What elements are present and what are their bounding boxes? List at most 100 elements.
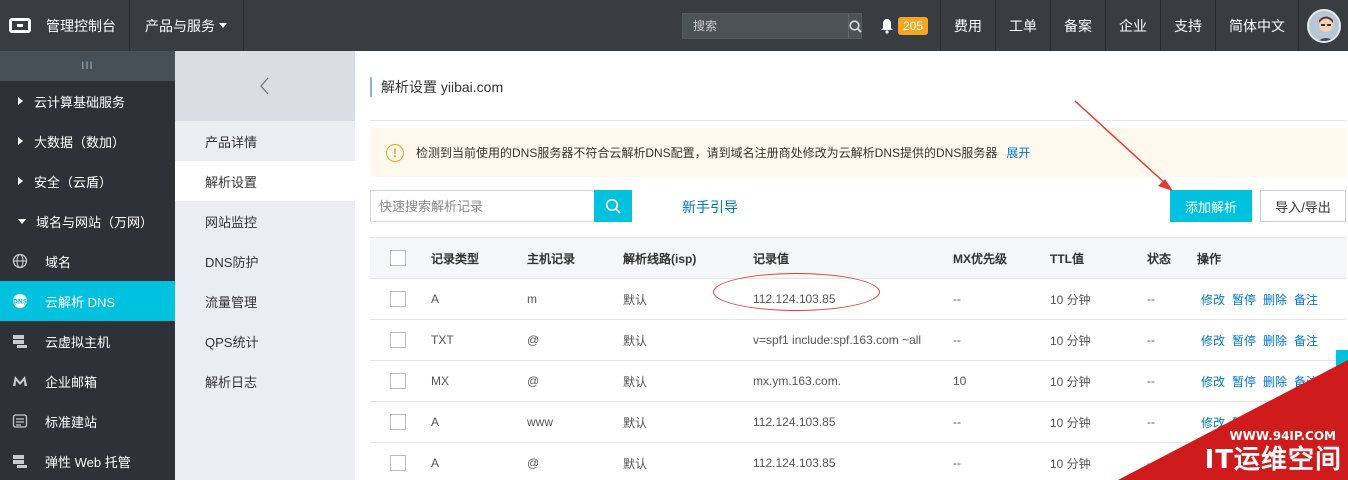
note-link[interactable]: 备注 xyxy=(1294,455,1318,472)
add-record-button[interactable]: 添加解析 xyxy=(1170,190,1252,222)
warning-icon: ! xyxy=(386,143,404,162)
search-icon[interactable] xyxy=(594,190,632,222)
row-checkbox[interactable] xyxy=(390,332,406,348)
cell-ops: 修改 暂停 删除 备注 xyxy=(1197,291,1346,308)
divider xyxy=(370,120,1346,121)
topbar-link-tickets[interactable]: 工单 xyxy=(995,0,1050,51)
topbar-link-icp[interactable]: 备案 xyxy=(1050,0,1105,51)
note-link[interactable]: 备注 xyxy=(1294,332,1318,349)
table-row: MX @ 默认 mx.ym.163.com. 10 10 分钟 -- 修改 暂停… xyxy=(370,360,1346,401)
cell-ttl: 10 分钟 xyxy=(1050,333,1091,348)
subnav-item-dns-logs[interactable]: 解析日志 xyxy=(175,361,355,401)
table-row: A www 默认 112.124.103.85 -- 10 分钟 -- 修改 暂… xyxy=(370,401,1346,442)
delete-link[interactable]: 删除 xyxy=(1263,373,1287,390)
record-search-input[interactable] xyxy=(371,191,594,221)
nav-group-security[interactable]: 安全（云盾） xyxy=(0,161,175,201)
table-row: A m 默认 112.124.103.85 -- 10 分钟 -- 修改 暂停 … xyxy=(370,278,1346,319)
note-link[interactable]: 备注 xyxy=(1294,373,1318,390)
topbar-link-billing[interactable]: 费用 xyxy=(940,0,995,51)
delete-link[interactable]: 删除 xyxy=(1263,291,1287,308)
edit-link[interactable]: 修改 xyxy=(1201,373,1225,390)
delete-link[interactable]: 删除 xyxy=(1263,332,1287,349)
notification-badge: 205 xyxy=(897,16,928,35)
subnav-back[interactable] xyxy=(175,51,355,121)
delete-link[interactable]: 删除 xyxy=(1263,414,1287,431)
note-link[interactable]: 备注 xyxy=(1294,291,1318,308)
topbar-link-enterprise[interactable]: 企业 xyxy=(1105,0,1160,51)
search-icon[interactable] xyxy=(847,14,862,38)
delete-link[interactable]: 删除 xyxy=(1263,455,1287,472)
nav-collapse-toggle[interactable]: III xyxy=(0,51,175,81)
note-link[interactable]: 备注 xyxy=(1294,414,1318,431)
edit-link[interactable]: 修改 xyxy=(1201,291,1225,308)
nav-group-label: 安全（云盾） xyxy=(34,174,113,190)
notifications[interactable]: 205 xyxy=(868,0,940,51)
product-subnav: 产品详情 解析设置 网站监控 DNS防护 流量管理 QPS统计 解析日志 xyxy=(175,51,355,480)
column-header: 记录值 xyxy=(753,251,790,266)
cell-ttl: 10 分钟 xyxy=(1050,292,1091,307)
logo-icon[interactable] xyxy=(0,0,40,51)
nav-group-big-data[interactable]: 大数据（数加） xyxy=(0,121,175,161)
nav-item-web-hosting[interactable]: 弹性 Web 托管 xyxy=(0,441,175,480)
cell-value: v=spf1 include:spf.163.com ~all xyxy=(753,333,922,347)
row-checkbox[interactable] xyxy=(390,414,406,430)
pause-link[interactable]: 暂停 xyxy=(1232,414,1256,431)
edit-link[interactable]: 修改 xyxy=(1201,455,1225,472)
column-header: MX优先级 xyxy=(953,251,1008,266)
global-search-input[interactable] xyxy=(682,14,848,38)
pause-link[interactable]: 暂停 xyxy=(1232,332,1256,349)
globe-icon xyxy=(12,253,28,269)
pause-link[interactable]: 暂停 xyxy=(1232,455,1256,472)
subnav-item-dns-protection[interactable]: DNS防护 xyxy=(175,241,355,281)
nav-item-label: 弹性 Web 托管 xyxy=(45,454,131,470)
select-all-checkbox[interactable] xyxy=(390,250,406,266)
nav-item-label: 域名 xyxy=(45,254,72,270)
edit-link[interactable]: 修改 xyxy=(1201,332,1225,349)
import-export-button[interactable]: 导入/导出 xyxy=(1260,190,1346,222)
caret-right-icon xyxy=(18,97,23,105)
cell-status: -- xyxy=(1147,374,1155,388)
nav-item-enterprise-mail[interactable]: 企业邮箱 xyxy=(0,361,175,401)
user-menu[interactable] xyxy=(1298,0,1348,51)
nav-item-cloud-dns[interactable]: DNS 云解析 DNS xyxy=(0,281,175,321)
column-header: 状态 xyxy=(1147,251,1172,266)
subnav-item-site-monitoring[interactable]: 网站监控 xyxy=(175,201,355,241)
row-checkbox[interactable] xyxy=(390,291,406,307)
subnav-item-traffic-management[interactable]: 流量管理 xyxy=(175,281,355,321)
row-checkbox[interactable] xyxy=(390,455,406,471)
cell-type: A xyxy=(431,415,440,429)
cell-ops: 修改 暂停 删除 备注 xyxy=(1197,373,1346,390)
cell-status: -- xyxy=(1147,292,1155,306)
pause-link[interactable]: 暂停 xyxy=(1232,291,1256,308)
feedback-tab[interactable] xyxy=(1336,350,1348,380)
pause-link[interactable]: 暂停 xyxy=(1232,373,1256,390)
svg-text:DNS: DNS xyxy=(13,299,27,306)
cell-line: 默认 xyxy=(623,292,648,307)
row-checkbox[interactable] xyxy=(390,373,406,389)
products-menu[interactable]: 产品与服务 xyxy=(129,0,244,51)
column-header: 操作 xyxy=(1197,251,1222,266)
subnav-item-dns-settings[interactable]: 解析设置 xyxy=(175,161,355,201)
cell-mx: -- xyxy=(953,456,961,470)
nav-group-domains-websites[interactable]: 域名与网站（万网） xyxy=(0,201,175,241)
table-row: A @ 默认 112.124.103.85 -- 10 分钟 -- 修改 暂停 … xyxy=(370,442,1346,480)
subnav-item-product-details[interactable]: 产品详情 xyxy=(175,121,355,161)
cell-status: -- xyxy=(1147,456,1155,470)
notice-expand-link[interactable]: 展开 xyxy=(1006,144,1030,161)
console-link[interactable]: 管理控制台 xyxy=(40,0,129,51)
topbar-link-support[interactable]: 支持 xyxy=(1160,0,1215,51)
nav-item-virtual-host[interactable]: 云虚拟主机 xyxy=(0,321,175,361)
beginner-guide-link[interactable]: 新手引导 xyxy=(682,197,738,217)
nav-item-domains[interactable]: 域名 xyxy=(0,241,175,281)
nav-group-label: 大数据（数加） xyxy=(34,134,126,150)
topbar-link-language[interactable]: 简体中文 xyxy=(1215,0,1298,51)
nav-group-cloud-basics[interactable]: 云计算基础服务 xyxy=(0,81,175,121)
cell-host: @ xyxy=(527,333,540,347)
subnav-item-qps-stats[interactable]: QPS统计 xyxy=(175,321,355,361)
nav-item-site-builder[interactable]: 标准建站 xyxy=(0,401,175,441)
table-row: TXT @ 默认 v=spf1 include:spf.163.com ~all… xyxy=(370,319,1346,360)
edit-link[interactable]: 修改 xyxy=(1201,414,1225,431)
column-header: 主机记录 xyxy=(527,251,576,266)
cell-value: 112.124.103.85 xyxy=(753,292,836,306)
